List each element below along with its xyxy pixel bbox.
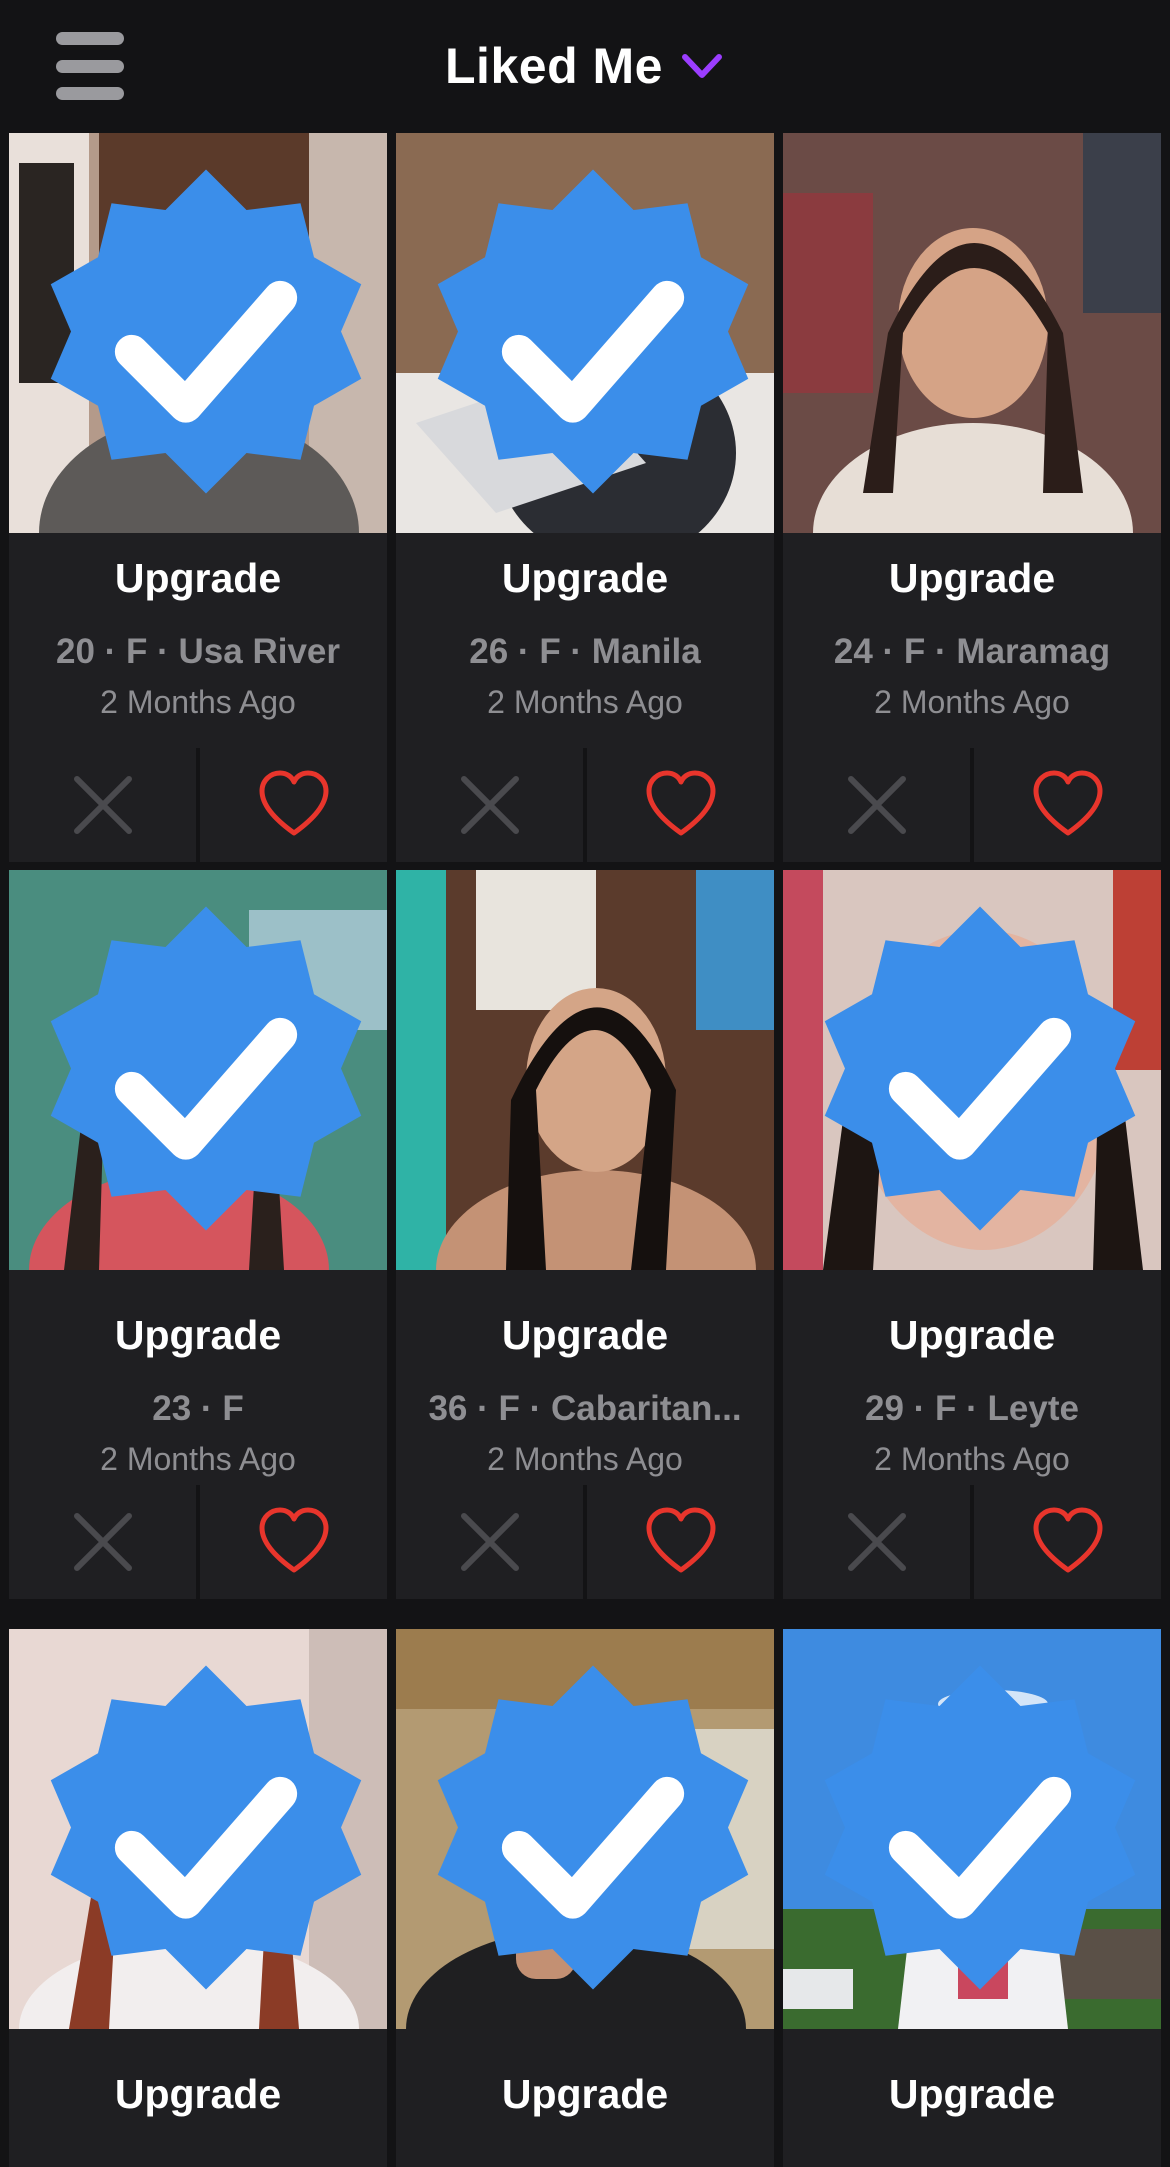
profile-info: Upgrade 29 · F · Leyte 2 Months Ago bbox=[783, 1290, 1161, 1486]
liked-time: 2 Months Ago bbox=[487, 1441, 683, 1477]
profile-photo[interactable] bbox=[396, 870, 774, 1290]
heart-outline-icon bbox=[646, 770, 715, 836]
close-x-icon bbox=[460, 1513, 519, 1571]
liked-time: 2 Months Ago bbox=[100, 1441, 296, 1477]
heart-outline-icon bbox=[1033, 1507, 1102, 1573]
profile-card[interactable]: Upgrade 36 · F · Cabaritan... 2 Months A… bbox=[396, 870, 774, 1599]
dismiss-button[interactable] bbox=[396, 748, 583, 862]
profile-photo[interactable] bbox=[396, 1629, 774, 2049]
dismiss-button[interactable] bbox=[396, 1485, 583, 1599]
upgrade-label[interactable]: Upgrade bbox=[396, 1312, 774, 1359]
profile-card[interactable]: Upgrade 26 · F · Manila 2 Months Ago bbox=[396, 133, 774, 862]
close-x-icon bbox=[73, 1513, 132, 1571]
like-button[interactable] bbox=[974, 748, 1161, 862]
title-dropdown[interactable]: Liked Me bbox=[0, 36, 1170, 96]
verified-badge-icon bbox=[824, 906, 1136, 1231]
profile-photo[interactable] bbox=[783, 1629, 1161, 2049]
card-actions bbox=[783, 748, 1161, 862]
dismiss-button[interactable] bbox=[9, 1485, 196, 1599]
verified-badge-icon bbox=[50, 1665, 362, 1990]
heart-outline-icon bbox=[259, 1507, 328, 1573]
close-x-icon bbox=[460, 776, 519, 834]
upgrade-label[interactable]: Upgrade bbox=[396, 2071, 774, 2118]
like-button[interactable] bbox=[974, 1485, 1161, 1599]
liked-time: 2 Months Ago bbox=[874, 1441, 1070, 1477]
dismiss-button[interactable] bbox=[783, 1485, 970, 1599]
upgrade-label[interactable]: Upgrade bbox=[783, 2071, 1161, 2118]
profile-photo[interactable] bbox=[9, 870, 387, 1290]
upgrade-label[interactable]: Upgrade bbox=[396, 555, 774, 602]
liked-time: 2 Months Ago bbox=[100, 684, 296, 720]
profile-info: Upgrade bbox=[396, 2049, 774, 2167]
upgrade-label[interactable]: Upgrade bbox=[783, 555, 1161, 602]
close-x-icon bbox=[73, 776, 132, 834]
profile-meta: 20 · F · Usa River bbox=[56, 632, 340, 671]
like-button[interactable] bbox=[200, 748, 387, 862]
profile-info: Upgrade 23 · F 2 Months Ago bbox=[9, 1290, 387, 1486]
page-title[interactable]: Liked Me bbox=[445, 37, 663, 95]
profile-photo[interactable] bbox=[783, 133, 1161, 533]
profile-photo[interactable] bbox=[783, 870, 1161, 1290]
profile-card[interactable]: Upgrade 29 · F · Leyte 2 Months Ago bbox=[783, 870, 1161, 1599]
liked-time: 2 Months Ago bbox=[874, 684, 1070, 720]
profile-card[interactable]: Upgrade 24 · F · Maramag 2 Months Ago bbox=[783, 133, 1161, 862]
verified-badge-icon bbox=[437, 169, 749, 494]
card-actions bbox=[9, 748, 387, 862]
close-x-icon bbox=[847, 1513, 906, 1571]
profile-meta: 23 · F bbox=[152, 1389, 244, 1428]
profile-meta: 26 · F · Manila bbox=[469, 632, 701, 671]
verified-badge-icon bbox=[50, 906, 362, 1231]
profile-card[interactable]: Upgrade 20 · F · Usa River 2 Months Ago bbox=[9, 133, 387, 862]
like-button[interactable] bbox=[587, 748, 774, 862]
heart-outline-icon bbox=[646, 1507, 715, 1573]
card-actions bbox=[783, 1485, 1161, 1599]
profile-card[interactable]: Upgrade 23 · F 2 Months Ago bbox=[9, 870, 387, 1599]
profile-card[interactable]: Upgrade bbox=[9, 1629, 387, 2167]
heart-outline-icon bbox=[1033, 770, 1102, 836]
top-bar: Liked Me bbox=[0, 0, 1170, 133]
close-x-icon bbox=[847, 776, 906, 834]
card-actions bbox=[396, 1485, 774, 1599]
profile-card[interactable]: Upgrade bbox=[783, 1629, 1161, 2167]
card-actions bbox=[9, 1485, 387, 1599]
profile-meta: 29 · F · Leyte bbox=[865, 1389, 1079, 1428]
profile-info: Upgrade 20 · F · Usa River 2 Months Ago bbox=[9, 533, 387, 744]
verified-badge-icon bbox=[50, 169, 362, 494]
upgrade-label[interactable]: Upgrade bbox=[9, 555, 387, 602]
profile-photo[interactable] bbox=[396, 133, 774, 533]
dismiss-button[interactable] bbox=[9, 748, 196, 862]
profile-photo[interactable] bbox=[9, 1629, 387, 2049]
profile-meta: 36 · F · Cabaritan... bbox=[428, 1389, 742, 1428]
profile-info: Upgrade 36 · F · Cabaritan... 2 Months A… bbox=[396, 1290, 774, 1486]
profile-meta: 24 · F · Maramag bbox=[833, 632, 1111, 671]
profile-info: Upgrade bbox=[783, 2049, 1161, 2167]
like-button[interactable] bbox=[587, 1485, 774, 1599]
profile-info: Upgrade 24 · F · Maramag 2 Months Ago bbox=[783, 533, 1161, 744]
liked-time: 2 Months Ago bbox=[487, 684, 683, 720]
dismiss-button[interactable] bbox=[783, 748, 970, 862]
profile-info: Upgrade 26 · F · Manila 2 Months Ago bbox=[396, 533, 774, 744]
chevron-down-icon[interactable] bbox=[679, 43, 725, 89]
profile-photo[interactable] bbox=[9, 133, 387, 533]
card-actions bbox=[396, 748, 774, 862]
verified-badge-icon bbox=[824, 1665, 1136, 1990]
profile-info: Upgrade bbox=[9, 2049, 387, 2167]
heart-outline-icon bbox=[259, 770, 328, 836]
profile-card[interactable]: Upgrade bbox=[396, 1629, 774, 2167]
upgrade-label[interactable]: Upgrade bbox=[783, 1312, 1161, 1359]
like-button[interactable] bbox=[200, 1485, 387, 1599]
upgrade-label[interactable]: Upgrade bbox=[9, 2071, 387, 2118]
verified-badge-icon bbox=[437, 1665, 749, 1990]
upgrade-label[interactable]: Upgrade bbox=[9, 1312, 387, 1359]
